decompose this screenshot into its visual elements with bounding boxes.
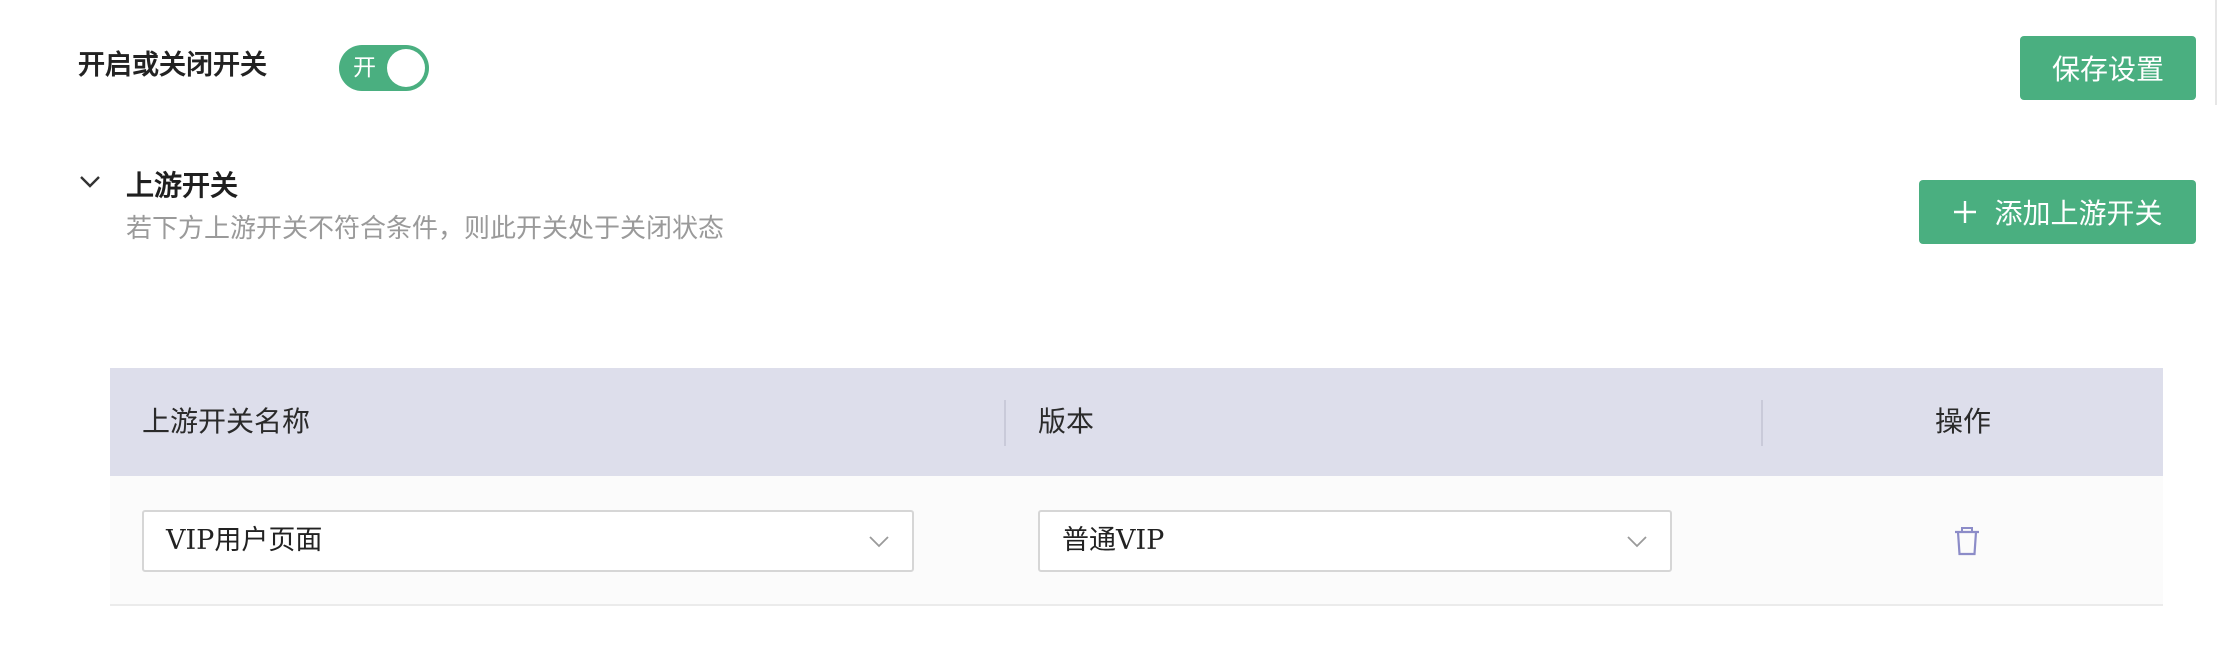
save-settings-label: 保存设置: [2051, 53, 2164, 86]
column-divider: [1761, 400, 1763, 446]
section-title: 上游开关: [126, 169, 239, 202]
add-upstream-switch-label: 添加上游开关: [1994, 197, 2163, 230]
switch-label: 开启或关闭开关: [78, 50, 267, 81]
enable-switch[interactable]: 开: [339, 45, 429, 91]
save-settings-button[interactable]: 保存设置: [2020, 36, 2196, 100]
column-divider: [1004, 400, 1006, 446]
column-header-name: 上游开关名称: [142, 405, 311, 438]
plus-icon: [1954, 201, 1977, 223]
scrollbar-edge: [2215, 0, 2217, 105]
add-upstream-switch-button[interactable]: 添加上游开关: [1919, 180, 2196, 244]
column-header-version: 版本: [1038, 405, 1095, 438]
switch-state-text: 开: [353, 55, 376, 81]
version-select[interactable]: 普通VIP: [1038, 510, 1672, 572]
section-description: 若下方上游开关不符合条件，则此开关处于关闭状态: [126, 214, 725, 244]
table-header: 上游开关名称 版本 操作: [110, 368, 2163, 476]
switch-knob: [387, 49, 425, 87]
column-header-actions: 操作: [1935, 405, 1992, 438]
table-row: VIP用户页面 普通VIP: [110, 476, 2163, 606]
chevron-down-icon: [1627, 536, 1647, 548]
version-value: 普通VIP: [1062, 525, 1165, 556]
chevron-down-icon: [869, 536, 889, 548]
chevron-down-icon[interactable]: [78, 170, 102, 194]
trash-icon[interactable]: [1953, 526, 1981, 556]
upstream-switch-name-value: VIP用户页面: [166, 525, 323, 556]
upstream-switch-name-select[interactable]: VIP用户页面: [142, 510, 914, 572]
